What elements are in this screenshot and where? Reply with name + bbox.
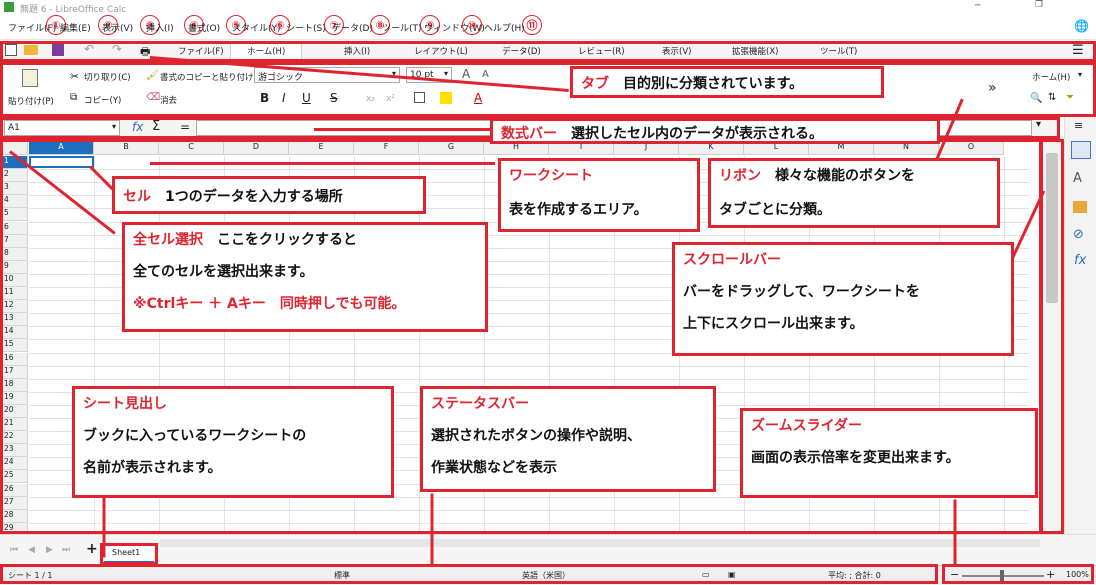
menu-item[interactable]: シート(S)	[286, 21, 326, 34]
callout-text: 選択されたボタンの操作や説明、	[431, 428, 641, 444]
callout-title: タブ	[581, 76, 609, 92]
statusbar-highlight	[0, 564, 938, 584]
callout-ribbon: リボン 様々な機能のボタンを タブごとに分類。	[708, 158, 1000, 228]
horizontal-scrollbar[interactable]	[160, 539, 1040, 547]
callout-formula: 数式バー 選択したセル内のデータが表示される。	[490, 118, 940, 144]
callout-text: 1つのデータを入力する場所	[165, 189, 343, 205]
globe-icon[interactable]: 🌐	[1074, 19, 1089, 33]
callout-text: 作業状態などを表示	[431, 460, 557, 476]
callout-text: 名前が表示されます。	[83, 460, 222, 476]
callout-text: 画面の表示倍率を変更出来ます。	[751, 450, 960, 466]
callout-worksheet: ワークシート 表を作成するエリア。	[498, 158, 700, 232]
callout-text: ブックに入っているワークシートの	[83, 428, 307, 444]
callout-title: セル	[123, 189, 151, 205]
callout-text: ここをクリックすると	[217, 232, 357, 248]
callout-title: ステータスバー	[431, 396, 529, 412]
callout-text: 目的別に分類されています。	[623, 76, 804, 92]
navigator-icon[interactable]: ⊘	[1073, 227, 1084, 242]
first-sheet-icon[interactable]: ⏮	[10, 545, 18, 555]
callout-tab: タブ 目的別に分類されています。	[570, 66, 884, 98]
callout-text: 様々な機能のボタンを	[775, 168, 915, 184]
callout-title: ズームスライダー	[751, 418, 863, 434]
callout-title: 全セル選択	[133, 232, 203, 248]
ribbon-highlight	[0, 62, 1096, 117]
minimize-icon[interactable]: ─	[975, 1, 980, 11]
menu-item[interactable]: 書式(O)	[188, 21, 220, 34]
menu-number-badge: ⑪	[522, 15, 542, 35]
last-sheet-icon[interactable]: ⏭	[62, 545, 70, 555]
add-sheet-icon[interactable]: +	[86, 541, 98, 557]
gallery-icon[interactable]	[1073, 201, 1087, 213]
sidebar-menu-icon[interactable]: ≡	[1074, 119, 1083, 132]
functions-icon[interactable]: fx	[1074, 253, 1086, 268]
callout-text: 全てのセルを選択出来ます。	[133, 264, 314, 280]
app-icon	[4, 2, 14, 12]
callout-text: ※Ctrlキー ＋ Aキー 同時押しでも可能。	[133, 296, 406, 312]
menu-item[interactable]: 編集(E)	[60, 21, 91, 34]
menu-bar: ファイル(F) ① 編集(E) ② 表示(V) ③ 挿入(I) ④ 書式(O) ⑤ スタイル(Y) ⑥…	[0, 15, 1096, 40]
vscroll-highlight	[1040, 139, 1064, 534]
styles-icon[interactable]: A	[1073, 171, 1082, 186]
window-title: 無題 6 - LibreOffice Calc	[20, 5, 127, 15]
callout-statusbar: ステータスバー 選択されたボタンの操作や説明、 作業状態などを表示	[420, 386, 716, 492]
restore-icon[interactable]: ❐	[1035, 0, 1043, 10]
callout-zoom: ズームスライダー 画面の表示倍率を変更出来ます。	[740, 408, 1038, 498]
zoom-highlight	[942, 564, 1094, 584]
callout-title: シート見出し	[83, 396, 167, 412]
callout-select-all: 全セル選択 ここをクリックすると 全てのセルを選択出来ます。 ※Ctrlキー ＋…	[122, 222, 488, 332]
menu-item[interactable]: ツール(T)	[382, 21, 422, 34]
menu-item[interactable]: ヘルプ(H)	[484, 21, 525, 34]
callout-text: 表を作成するエリア。	[509, 202, 648, 218]
callout-title: 数式バー	[501, 126, 557, 142]
callout-title: スクロールバー	[683, 252, 781, 268]
next-sheet-icon[interactable]: ▶	[46, 545, 53, 555]
menu-item[interactable]: 表示(V)	[102, 21, 133, 34]
menu-number-badge: ⑩	[462, 15, 482, 35]
callout-text: バーをドラッグして、ワークシートを	[683, 284, 920, 300]
sheettab-highlight	[100, 543, 158, 565]
properties-icon[interactable]	[1071, 141, 1091, 159]
callout-title: リボン	[719, 168, 761, 184]
prev-sheet-icon[interactable]: ◀	[28, 545, 35, 555]
menu-item[interactable]: 挿入(I)	[146, 21, 174, 34]
callout-title: ワークシート	[509, 168, 593, 184]
callout-text: 選択したセル内のデータが表示される。	[571, 126, 823, 142]
sheet-tabs-bar: ⏮ ◀ ▶ ⏭ + Sheet1	[0, 534, 1096, 564]
callout-scrollbar: スクロールバー バーをドラッグして、ワークシートを 上下にスクロール出来ます。	[672, 242, 1014, 356]
title-bar: 無題 6 - LibreOffice Calc ─ ❐	[0, 0, 1096, 16]
callout-text: 上下にスクロール出来ます。	[683, 316, 864, 332]
tabbar-highlight	[0, 41, 1096, 62]
sidebar: ≡ A ⊘ fx	[1064, 117, 1096, 534]
callout-text: タブごとに分類。	[719, 202, 831, 218]
callout-sheet-tab: シート見出し ブックに入っているワークシートの 名前が表示されます。	[72, 386, 394, 498]
menu-item[interactable]: データ(D)	[332, 21, 373, 34]
callout-cell: セル 1つのデータを入力する場所	[112, 176, 426, 214]
